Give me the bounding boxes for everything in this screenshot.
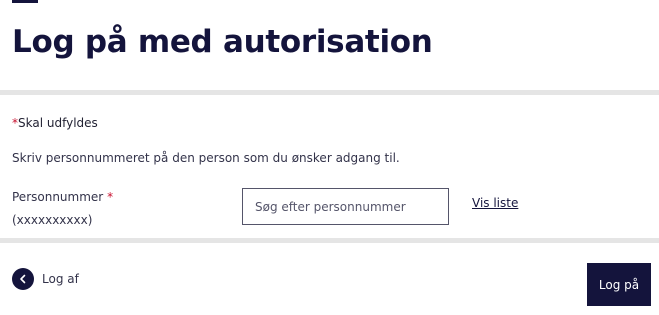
required-note: *Skal udfyldes xyxy=(12,116,98,130)
login-button[interactable]: Log på xyxy=(587,263,651,306)
personnummer-format-hint: (xxxxxxxxxx) xyxy=(12,213,93,227)
instruction-text: Skriv personnummeret på den person som d… xyxy=(12,151,400,165)
required-text: Skal udfyldes xyxy=(18,116,98,130)
personnummer-label-text: Personnummer xyxy=(12,190,104,204)
logout-button[interactable]: Log af xyxy=(12,268,79,290)
logout-label[interactable]: Log af xyxy=(42,272,79,286)
vis-liste-link[interactable]: Vis liste xyxy=(472,196,518,210)
personnummer-label: Personnummer * xyxy=(12,190,113,204)
top-accent-bar xyxy=(12,0,38,3)
chevron-left-icon[interactable] xyxy=(12,268,34,290)
personnummer-required-star: * xyxy=(107,190,114,204)
personnummer-search-input[interactable] xyxy=(242,188,449,225)
page-title: Log på med autorisation xyxy=(12,24,433,60)
login-authorization-page: Log på med autorisation *Skal udfyldes S… xyxy=(0,0,659,315)
section-divider-top xyxy=(0,90,659,95)
section-divider-bottom xyxy=(0,238,659,243)
